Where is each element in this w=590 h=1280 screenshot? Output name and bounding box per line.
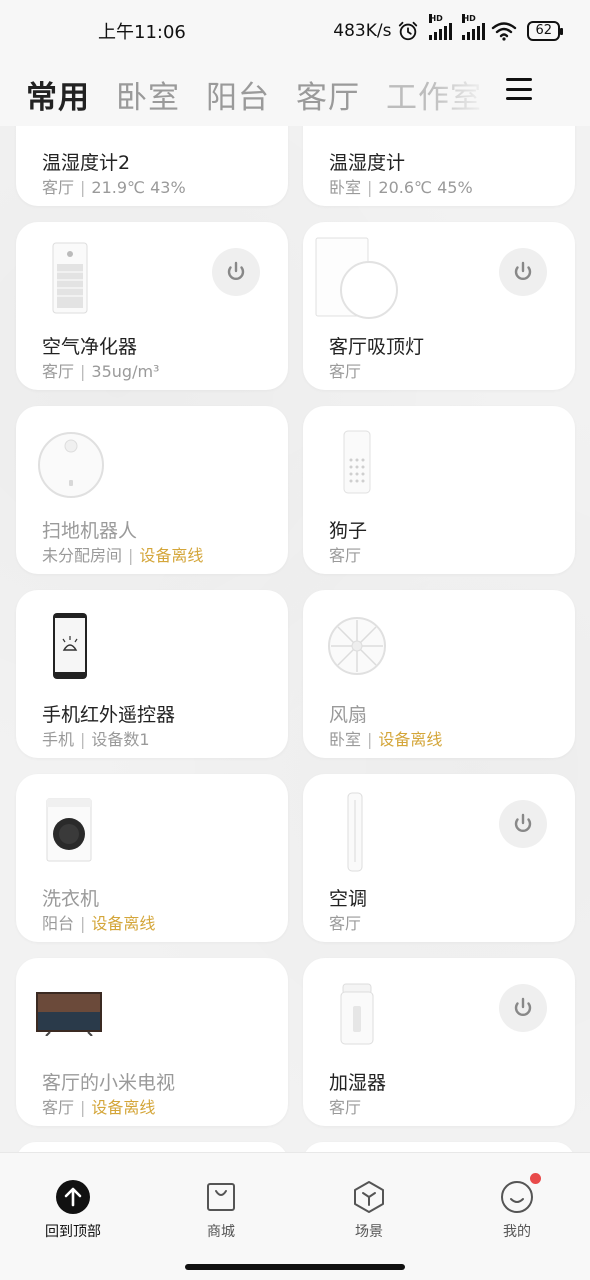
device-card-humidifier[interactable]: 加湿器 客厅 bbox=[303, 958, 575, 1126]
smile-profile-icon bbox=[499, 1173, 541, 1215]
tabs-fade-overlay bbox=[430, 62, 490, 126]
robot-vacuum-image bbox=[38, 432, 104, 498]
fan-image bbox=[328, 617, 386, 675]
home-indicator[interactable] bbox=[185, 1264, 405, 1270]
bottom-nav: 回到顶部 商城 场景 我的 bbox=[0, 1152, 590, 1280]
device-card-fan[interactable]: 风扇 卧室 | 设备离线 bbox=[303, 590, 575, 758]
wifi-icon bbox=[492, 22, 517, 41]
device-card-speaker[interactable]: 狗子 客厅 bbox=[303, 406, 575, 574]
device-name: 温湿度计 bbox=[329, 152, 406, 174]
tab-living-room[interactable]: 客厅 bbox=[296, 72, 360, 117]
alarm-icon bbox=[399, 21, 418, 41]
notification-badge bbox=[530, 1173, 541, 1184]
room-tabs: 常用 卧室 阳台 客厅 工作室 bbox=[0, 62, 590, 126]
device-status: 客厅 bbox=[329, 546, 362, 565]
device-card-air-conditioner[interactable]: 空调 客厅 bbox=[303, 774, 575, 942]
device-name: 温湿度计2 bbox=[42, 152, 131, 174]
smart-speaker-image bbox=[343, 430, 371, 494]
clock: 上午11:06 bbox=[98, 22, 186, 43]
power-button[interactable] bbox=[212, 248, 260, 296]
device-status: 卧室 | 设备离线 bbox=[329, 730, 443, 749]
nav-back-to-top[interactable]: 回到顶部 bbox=[18, 1179, 128, 1241]
device-status: 客厅 bbox=[329, 362, 362, 381]
air-purifier-image bbox=[52, 242, 88, 314]
device-name: 狗子 bbox=[329, 520, 368, 542]
device-status: 客厅 | 35ug/m³ bbox=[42, 362, 160, 381]
nav-label: 商城 bbox=[207, 1224, 235, 1240]
device-name: 客厅吸顶灯 bbox=[329, 336, 425, 358]
signal-hd-icon: HD bbox=[429, 14, 453, 40]
offline-label: 设备离线 bbox=[91, 1098, 156, 1117]
device-name: 手机红外遥控器 bbox=[42, 704, 176, 726]
nav-label: 我的 bbox=[503, 1224, 531, 1240]
power-icon bbox=[514, 997, 532, 1016]
nav-profile[interactable]: 我的 bbox=[462, 1173, 572, 1241]
device-card-tv[interactable]: 客厅的小米电视 客厅 | 设备离线 bbox=[16, 958, 288, 1126]
device-status: 手机 | 设备数1 bbox=[42, 730, 150, 749]
nav-label: 场景 bbox=[355, 1224, 383, 1240]
hamburger-menu-icon[interactable] bbox=[506, 78, 532, 100]
power-button[interactable] bbox=[499, 984, 547, 1032]
nav-scenes[interactable]: 场景 bbox=[314, 1179, 424, 1241]
offline-label: 设备离线 bbox=[378, 730, 443, 749]
tab-balcony[interactable]: 阳台 bbox=[206, 72, 270, 117]
device-card-washing-machine[interactable]: 洗衣机 阳台 | 设备离线 bbox=[16, 774, 288, 942]
nav-mall[interactable]: 商城 bbox=[166, 1179, 276, 1241]
phone-image bbox=[53, 613, 87, 679]
washing-machine-image bbox=[46, 798, 92, 862]
device-name: 加湿器 bbox=[329, 1072, 387, 1094]
device-status: 阳台 | 设备离线 bbox=[42, 914, 156, 933]
device-status: 客厅 bbox=[329, 914, 362, 933]
device-status: 客厅 | 设备离线 bbox=[42, 1098, 156, 1117]
device-name: 客厅的小米电视 bbox=[42, 1072, 176, 1094]
device-status: 客厅 | 21.9℃ 43% bbox=[42, 178, 186, 197]
device-name: 扫地机器人 bbox=[42, 520, 138, 542]
power-icon bbox=[514, 813, 532, 832]
power-icon bbox=[227, 261, 245, 280]
battery-icon: 62 bbox=[527, 21, 563, 41]
device-card-air-purifier[interactable]: 空气净化器 客厅 | 35ug/m³ bbox=[16, 222, 288, 390]
device-status: 客厅 bbox=[329, 1098, 362, 1117]
air-conditioner-image bbox=[347, 792, 363, 872]
device-card-ceiling-light[interactable]: 客厅吸顶灯 客厅 bbox=[303, 222, 575, 390]
device-status: 未分配房间 | 设备离线 bbox=[42, 546, 204, 565]
signal-hd-icon: HD bbox=[462, 14, 486, 40]
tab-frequent[interactable]: 常用 bbox=[26, 72, 90, 117]
device-grid: 温湿度计2 客厅 | 21.9℃ 43% 温湿度计 卧室 | 20.6℃ 45% 空气净… bbox=[0, 0, 590, 1280]
nav-label: 回到顶部 bbox=[45, 1224, 101, 1240]
tv-image bbox=[36, 992, 102, 1036]
device-name: 洗衣机 bbox=[42, 888, 100, 910]
offline-label: 设备离线 bbox=[139, 546, 204, 565]
arrow-up-icon bbox=[55, 1179, 91, 1215]
offline-label: 设备离线 bbox=[91, 914, 156, 933]
power-icon bbox=[514, 261, 532, 280]
status-bar: 上午11:06 483K/s HD HD 62 bbox=[0, 0, 590, 62]
power-button[interactable] bbox=[499, 248, 547, 296]
tab-bedroom[interactable]: 卧室 bbox=[116, 72, 180, 117]
shopping-bag-icon bbox=[203, 1179, 239, 1215]
status-icons: 483K/s HD HD 62 bbox=[333, 14, 563, 42]
device-card-ir-remote[interactable]: 手机红外遥控器 手机 | 设备数1 bbox=[16, 590, 288, 758]
device-status: 卧室 | 20.6℃ 45% bbox=[329, 178, 473, 197]
device-name: 风扇 bbox=[329, 704, 368, 726]
device-name: 空调 bbox=[329, 888, 368, 910]
network-speed: 483K/s bbox=[333, 21, 392, 41]
humidifier-image bbox=[340, 983, 374, 1045]
ceiling-light-image bbox=[315, 237, 398, 319]
scene-cube-icon bbox=[351, 1179, 387, 1215]
device-name: 空气净化器 bbox=[42, 336, 138, 358]
device-card-robot-vacuum[interactable]: 扫地机器人 未分配房间 | 设备离线 bbox=[16, 406, 288, 574]
power-button[interactable] bbox=[499, 800, 547, 848]
